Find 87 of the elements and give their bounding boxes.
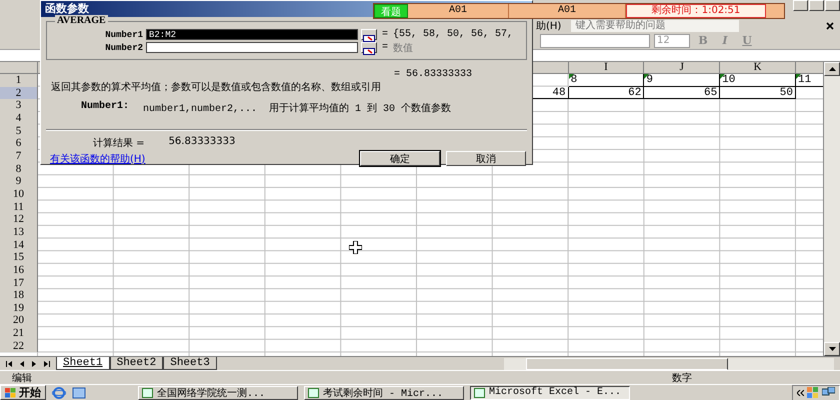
status-indicator: 数字 xyxy=(672,372,692,384)
restore-button[interactable] xyxy=(809,0,824,11)
argument-label: Number1 xyxy=(104,30,143,40)
window-icon xyxy=(308,388,319,398)
minimize-button[interactable] xyxy=(793,0,808,11)
first-sheet-icon[interactable] xyxy=(6,360,12,366)
close-icon[interactable] xyxy=(826,22,834,30)
row-header[interactable]: 3 xyxy=(0,99,38,112)
taskbar-button[interactable]: 考试剩余时间 - Micr... xyxy=(304,386,464,400)
row-header[interactable]: 19 xyxy=(0,302,38,314)
row-header[interactable]: 8 xyxy=(0,162,38,176)
menu-item[interactable]: 助(H) xyxy=(536,18,562,32)
table-cell: 11 xyxy=(796,74,823,87)
cross-cursor-icon xyxy=(349,241,362,254)
table-cell: 8 xyxy=(568,74,644,87)
argument-label: Number2 xyxy=(104,42,143,52)
function-description: 返回其参数的算术平均值；参数可以是数值或包含数值的名称、数组或引用 xyxy=(50,80,382,92)
argument-field[interactable]: B2:M2 xyxy=(146,29,358,40)
table-cell: 65 xyxy=(644,86,720,100)
dialog-button[interactable]: 确定 xyxy=(360,151,440,166)
argument-result: {55, 58, 50, 56, 57, xyxy=(393,29,514,40)
horizontal-scrollbar[interactable] xyxy=(504,358,834,370)
browser-icon[interactable] xyxy=(52,386,66,398)
row-header[interactable]: 11 xyxy=(0,200,38,214)
row-header[interactable]: 17 xyxy=(0,276,38,290)
last-sheet-icon[interactable] xyxy=(44,360,50,366)
argument-help-label: Number1: xyxy=(81,101,130,114)
collapse-dialog-button[interactable] xyxy=(361,29,377,40)
row-header[interactable]: 5 xyxy=(0,124,38,138)
row-header[interactable]: 7 xyxy=(0,150,38,163)
row-header[interactable]: 14 xyxy=(0,238,38,252)
chevron-icon[interactable] xyxy=(797,390,804,396)
row-header[interactable]: 21 xyxy=(0,327,38,340)
desktop-icon[interactable] xyxy=(72,386,86,398)
start-button[interactable]: 开始 xyxy=(0,385,46,400)
row-header[interactable]: 13 xyxy=(0,226,38,239)
window-icon xyxy=(474,388,485,398)
help-search-field[interactable]: 键入需要帮助的问题 xyxy=(571,20,740,32)
table-cell: 9 xyxy=(644,74,720,87)
row-header[interactable]: 2 xyxy=(0,86,38,100)
row-header[interactable]: 4 xyxy=(0,112,38,125)
equals-sign: = xyxy=(380,29,389,40)
column-header[interactable]: J xyxy=(680,62,684,73)
row-header[interactable]: 16 xyxy=(0,264,38,276)
column-header[interactable]: K xyxy=(754,62,762,73)
sheet-tab[interactable]: Sheet3 xyxy=(163,357,217,370)
column-header[interactable]: I xyxy=(604,62,608,73)
row-header[interactable]: 22 xyxy=(0,340,38,352)
row-header[interactable]: 18 xyxy=(0,289,38,302)
help-link[interactable]: 有关该函数的帮助(H) xyxy=(50,152,146,166)
argument-help: number1,number2,... 用于计算平均值的 1 到 30 个数值参数 xyxy=(143,102,452,115)
taskbar-button[interactable]: 全国网络学院统一测... xyxy=(138,386,298,400)
network-icon[interactable] xyxy=(822,387,835,398)
time-remaining: 剩余时间：1:02:51 xyxy=(626,4,766,18)
status-mode: 编辑 xyxy=(12,372,32,384)
taskbar-button[interactable]: Microsoft Excel - E... xyxy=(470,386,630,400)
row-header[interactable]: 20 xyxy=(0,314,38,328)
vertical-scrollbar[interactable] xyxy=(823,62,840,356)
row-header[interactable]: 12 xyxy=(0,213,38,226)
collapse-dialog-button[interactable] xyxy=(361,42,377,53)
row-header[interactable]: 15 xyxy=(0,251,38,264)
result-value: 56.83333333 xyxy=(168,136,236,149)
row-header[interactable]: 9 xyxy=(0,175,38,188)
exam-id-field: A01 xyxy=(408,4,509,18)
row-header[interactable]: 6 xyxy=(0,137,38,150)
row-header[interactable]: 1 xyxy=(0,74,38,87)
previous-sheet-icon[interactable] xyxy=(20,360,24,366)
font-name-dropdown[interactable] xyxy=(540,34,650,48)
function-name: AVERAGE xyxy=(55,15,108,26)
scroll-up-icon[interactable] xyxy=(828,67,836,71)
sheet-tab[interactable]: Sheet1 xyxy=(56,357,110,370)
table-cell: 62 xyxy=(568,86,644,100)
sheet-tab[interactable]: Sheet2 xyxy=(110,357,164,370)
row-header[interactable]: 10 xyxy=(0,188,38,201)
scroll-down-icon[interactable] xyxy=(828,347,836,351)
table-cell: 50 xyxy=(720,86,796,100)
result-label: 计算结果 = xyxy=(93,136,145,150)
formula-result: = 56.83333333 xyxy=(392,69,473,80)
argument-field[interactable] xyxy=(146,42,358,53)
next-sheet-icon[interactable] xyxy=(32,360,36,366)
equals-sign: = xyxy=(380,42,389,53)
close-button[interactable] xyxy=(825,0,840,11)
argument-result: 数值 xyxy=(393,42,413,54)
table-cell: 10 xyxy=(720,74,796,87)
dialog-button[interactable]: 取消 xyxy=(446,151,526,166)
flag-icon xyxy=(5,388,16,398)
window-icon xyxy=(142,388,153,398)
